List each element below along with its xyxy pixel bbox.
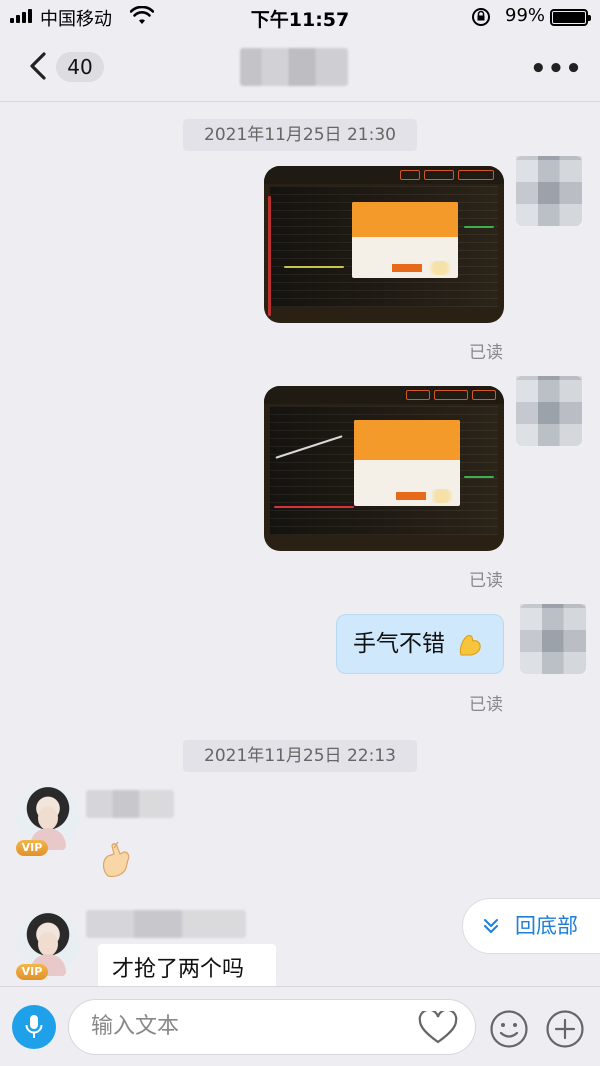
image-popup-graphic xyxy=(354,420,460,506)
avatar-blurred[interactable] xyxy=(516,156,582,226)
sender-name-blurred xyxy=(86,790,174,818)
sent-message-text: 手气不错 xyxy=(353,631,445,657)
sent-message-bubble[interactable]: 手气不错 xyxy=(336,614,504,674)
nav-bar: 40 ••• xyxy=(0,34,600,102)
back-chevron-icon[interactable] xyxy=(24,48,54,84)
timestamp-divider: 2021年11月25日 22:13 xyxy=(183,740,417,772)
vip-badge: VIP xyxy=(16,840,48,856)
back-to-bottom-button[interactable]: 回底部 xyxy=(462,898,600,954)
image-message[interactable] xyxy=(264,166,504,323)
finger-heart-hand-icon[interactable] xyxy=(100,838,134,878)
more-menu-button[interactable]: ••• xyxy=(530,54,583,84)
battery-icon xyxy=(550,9,591,26)
microphone-icon xyxy=(25,1015,43,1038)
chat-title-blurred xyxy=(240,48,348,86)
heart-icon[interactable] xyxy=(418,1011,458,1045)
image-message[interactable] xyxy=(264,386,504,551)
message-input[interactable]: 输入文本 xyxy=(68,999,476,1055)
avatar-blurred[interactable] xyxy=(516,376,582,446)
avatar-blurred[interactable] xyxy=(520,604,586,674)
timestamp-divider: 2021年11月25日 21:30 xyxy=(183,119,417,151)
emoji-icon[interactable] xyxy=(489,1009,529,1049)
flexed-biceps-icon xyxy=(460,634,481,655)
voice-button[interactable] xyxy=(12,1005,56,1049)
image-popup-graphic xyxy=(352,202,458,278)
input-bar: 输入文本 xyxy=(0,986,600,1066)
received-message-text: 才抢了两个吗 xyxy=(112,957,245,982)
unread-count-badge[interactable]: 40 xyxy=(56,52,104,82)
read-receipt: 已读 xyxy=(469,695,503,715)
read-receipt: 已读 xyxy=(469,343,503,363)
rotation-lock-icon xyxy=(472,8,490,26)
back-to-bottom-label: 回底部 xyxy=(515,914,578,938)
status-bar: 中国移动 下午11:57 99% xyxy=(0,0,600,34)
received-message-bubble[interactable]: 才抢了两个吗 xyxy=(98,944,276,988)
battery-percent: 99% xyxy=(505,5,546,26)
double-chevron-down-icon xyxy=(484,919,498,933)
plus-icon[interactable] xyxy=(545,1009,585,1049)
sender-name-blurred xyxy=(86,910,246,938)
read-receipt: 已读 xyxy=(469,571,503,591)
vip-badge: VIP xyxy=(16,964,48,980)
